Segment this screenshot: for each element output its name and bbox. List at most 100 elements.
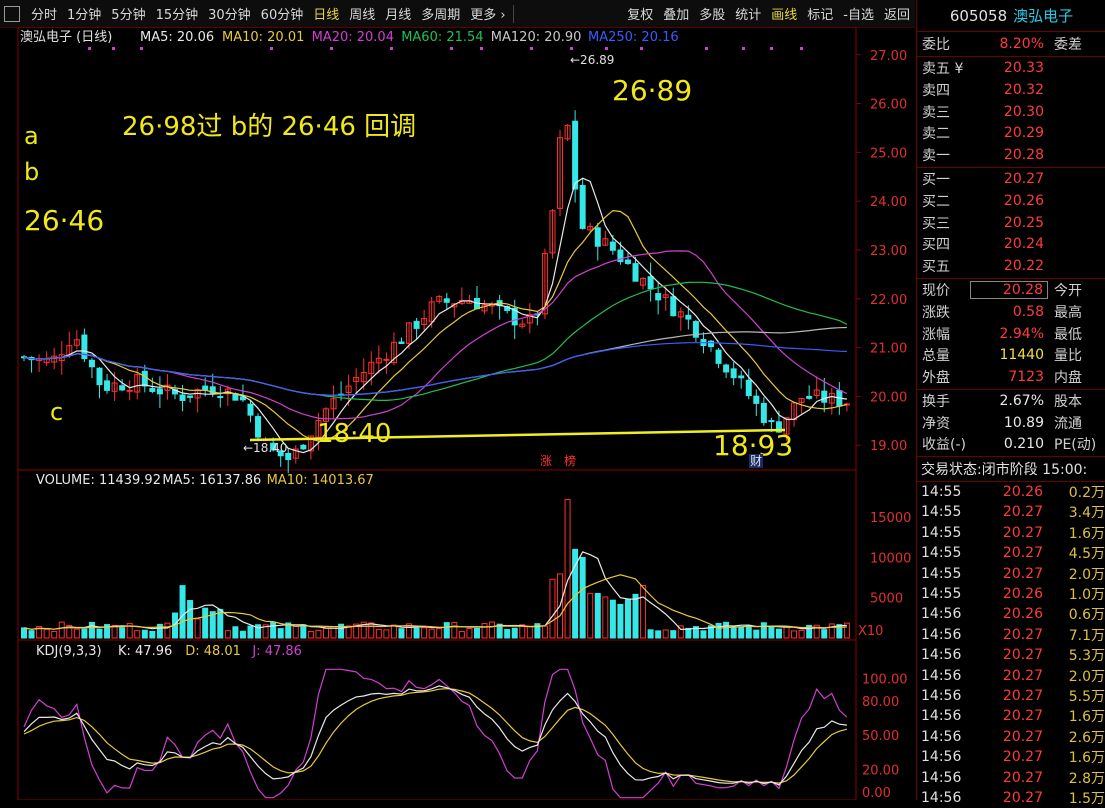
candle-body	[572, 120, 579, 190]
bid-row: 买四 20.24	[917, 233, 1105, 255]
tick-row: 14:56 20.27 2.0万	[917, 665, 1105, 685]
candle-body	[655, 293, 662, 301]
tool-button[interactable]: 标记	[802, 4, 838, 23]
tick-row: 14:55 20.27 2.0万	[917, 563, 1105, 583]
volume-bar	[783, 626, 790, 639]
fund-label: 净资	[922, 415, 950, 432]
ask-label: 卖五 ¥	[922, 61, 964, 78]
bid-row: 买三 20.25	[917, 212, 1105, 234]
candle-body	[624, 259, 631, 264]
annotation-note: 26·98过 b的 26·46 回调	[122, 112, 416, 142]
candle-body	[179, 394, 186, 401]
ask-label: 卖二	[922, 126, 950, 143]
volume-bar	[791, 630, 798, 639]
volume-bar	[375, 628, 382, 639]
annotation-2646: 26·46	[24, 204, 104, 237]
tick-time: 14:56	[921, 789, 962, 806]
volume-bar	[587, 592, 594, 639]
period-tab[interactable]: 1分钟	[62, 4, 106, 23]
period-tab[interactable]: 更多 ›	[465, 4, 510, 23]
bid-row: 买二 20.26	[917, 190, 1105, 212]
window-toggle-icon[interactable]	[4, 5, 20, 22]
bid-label: 买五	[922, 258, 950, 275]
tool-button[interactable]: 画线	[766, 4, 802, 23]
volume-bar	[526, 625, 533, 639]
event-marker	[770, 47, 773, 50]
candle-body	[96, 367, 103, 386]
period-tab[interactable]: 15分钟	[151, 4, 204, 23]
fundamental-stats: 换手 2.67% 股本 净资 10.89 流通 收益(-) 0.210 PE(动)	[917, 390, 1105, 458]
period-tab[interactable]: 日线	[308, 4, 344, 23]
tick-volume: 0.6万	[1068, 607, 1105, 624]
volume-bar	[58, 621, 65, 639]
tick-row: 14:56 20.27 2.6万	[917, 727, 1105, 747]
price-axis-label: 27.00	[870, 49, 907, 64]
tick-row: 14:56 20.27 1.6万	[917, 706, 1105, 726]
tool-button[interactable]: 多股	[694, 4, 730, 23]
volume-bar	[149, 630, 156, 639]
tool-button[interactable]: 返回	[879, 4, 915, 23]
tool-buttons: 复权 叠加 多股 统计 画线 标记 -自选 返回	[622, 4, 915, 23]
candle-body	[126, 389, 133, 392]
stat-right-label: 内盘	[1054, 369, 1082, 386]
tick-volume: 5.5万	[1068, 688, 1105, 705]
event-marker	[530, 47, 533, 50]
tick-price: 20.26	[1002, 586, 1043, 603]
tick-time: 14:55	[921, 504, 962, 521]
event-marker	[640, 47, 643, 50]
period-tab[interactable]: 多周期	[416, 4, 465, 23]
candle-body	[413, 320, 420, 329]
ask-price: 20.29	[1003, 125, 1044, 142]
period-tab[interactable]: 5分钟	[106, 4, 150, 23]
event-marker	[605, 47, 608, 50]
volume-bar	[662, 629, 669, 639]
tool-button[interactable]: 统计	[730, 4, 766, 23]
quote-header: 605058 澳弘电子	[917, 0, 1105, 32]
period-tab[interactable]: 周线	[344, 4, 380, 23]
tick-volume: 2.0万	[1068, 566, 1105, 583]
period-tab[interactable]: 60分钟	[256, 4, 309, 23]
kline-chart-area[interactable]: 澳弘电子 (日线) MA5: 20.06 MA10: 20.01 MA20: 20.0…	[0, 27, 915, 800]
tick-price: 20.27	[1002, 749, 1043, 766]
bid-price: 20.25	[1003, 214, 1044, 231]
tick-row: 14:55 20.26 1.0万	[917, 584, 1105, 604]
tick-list[interactable]: 14:55 20.26 0.2万 14:55 20.27 3.4万 14:55 20.27 1.…	[917, 482, 1105, 808]
annotation-2689: 26·89	[612, 74, 692, 107]
tool-button[interactable]: 复权	[622, 4, 658, 23]
stock-name[interactable]: 澳弘电子	[1013, 5, 1073, 26]
tick-volume: 3.4万	[1068, 505, 1105, 522]
candle-body	[768, 420, 775, 423]
ask-price: 20.32	[1003, 81, 1044, 98]
volume-bar	[239, 630, 246, 639]
event-marker	[570, 47, 573, 50]
fund-row: 换手 2.67% 股本	[917, 391, 1105, 413]
fund-value: 10.89	[1003, 414, 1044, 431]
candle-body	[255, 416, 262, 438]
fund-label: 收益(-)	[922, 437, 966, 454]
tool-button[interactable]: 叠加	[658, 4, 694, 23]
volume-bar	[511, 627, 518, 639]
kdj-panel-frame	[17, 639, 857, 800]
fund-row: 净资 10.89 流通	[917, 412, 1105, 434]
tick-time: 14:56	[921, 687, 962, 704]
weibi-row: 委比 8.20% 委差	[917, 32, 1105, 57]
fund-row: 收益(-) 0.210 PE(动)	[917, 434, 1105, 456]
period-tab[interactable]: 30分钟	[203, 4, 256, 23]
ask-label: 卖一	[922, 147, 950, 164]
volume-bar	[685, 627, 692, 639]
volume-bar	[760, 622, 767, 639]
event-marker	[480, 47, 483, 50]
period-tab[interactable]: 分时	[26, 4, 62, 23]
volume-bar	[594, 592, 601, 639]
tool-button[interactable]: -自选	[838, 4, 879, 23]
stat-right-label: 量比	[1054, 348, 1082, 365]
stat-row: 外盘 7123 内盘	[917, 366, 1105, 388]
period-tab[interactable]: 月线	[380, 4, 416, 23]
tick-volume: 0.2万	[1068, 485, 1105, 502]
candle-body	[670, 296, 677, 317]
candle-body	[579, 184, 586, 229]
volume-bar	[119, 627, 126, 639]
volume-bar	[647, 629, 654, 639]
ma-legend-item: MA5: 20.06	[140, 30, 214, 45]
candle-body	[753, 395, 760, 404]
